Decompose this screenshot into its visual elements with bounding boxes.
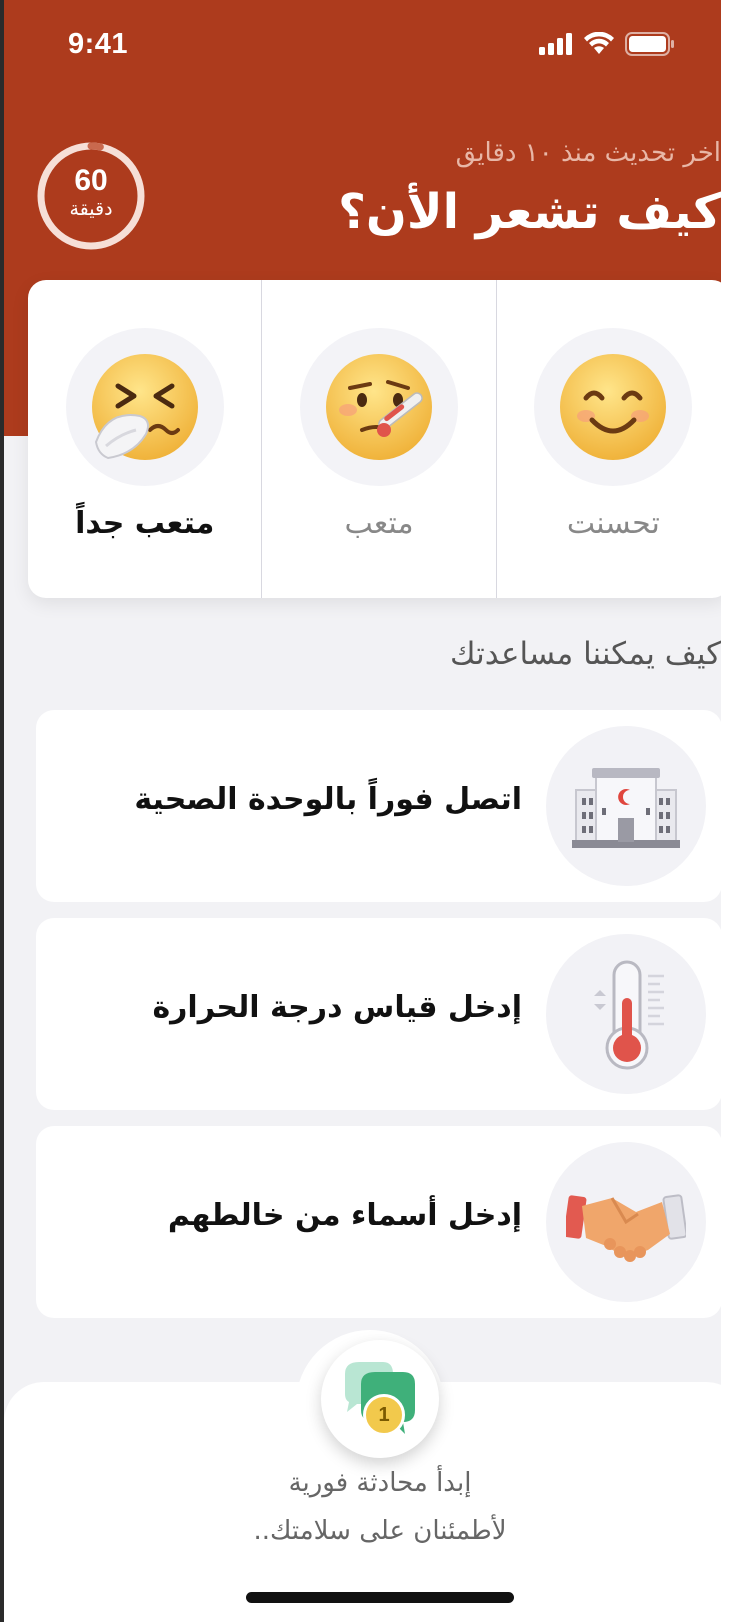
mood-option-tired[interactable]: متعب	[261, 280, 495, 598]
home-indicator	[246, 1592, 514, 1603]
help-heading: كيف يمكننا مساعدتك	[450, 636, 721, 672]
chat-prompt-line2: لأطمئنان على سلامتك..	[253, 1516, 507, 1546]
left-edge	[0, 0, 4, 1622]
battery-icon	[625, 32, 674, 56]
action-icon-circle	[546, 1142, 706, 1302]
last-update-text: اخر تحديث منذ ١٠ دقايق	[455, 138, 721, 168]
smiling-face-icon	[560, 354, 667, 460]
action-icon-circle	[546, 934, 706, 1094]
handshake-icon	[566, 1194, 686, 1262]
action-enter-contacts[interactable]: إدخل أسماء من خالطهم	[36, 1126, 722, 1318]
status-icons	[539, 32, 675, 56]
signal-icon	[539, 33, 572, 55]
mood-label-very-tired: متعب جداً	[75, 506, 215, 541]
mood-label-tired: متعب	[344, 506, 414, 541]
status-time: 9:41	[68, 28, 129, 60]
page-title: كيف تشعر الأن؟	[338, 184, 721, 240]
action-label: اتصل فوراً بالوحدة الصحية	[134, 782, 522, 817]
action-label: إدخل قياس درجة الحرارة	[152, 990, 522, 1025]
mood-label-better: تحسنت	[566, 506, 660, 541]
mood-selector-card: تحسنت متعب متعب جداً	[28, 280, 730, 598]
hospital-icon	[572, 768, 680, 848]
action-enter-temperature[interactable]: إدخل قياس درجة الحرارة	[36, 918, 722, 1110]
face-with-thermometer-icon	[326, 354, 432, 460]
timer-value: 60	[74, 164, 108, 197]
chat-unread-badge: 1	[363, 1394, 405, 1436]
app-screen: 9:41 60 دقيقة اخر تحديث منذ ١٠ دقايق كيف…	[0, 0, 746, 1622]
action-icon-circle	[546, 726, 706, 886]
mood-option-very-tired[interactable]: متعب جداً	[28, 280, 261, 598]
wifi-icon	[584, 32, 614, 54]
action-label: إدخل أسماء من خالطهم	[167, 1198, 522, 1233]
status-bar: 9:41	[0, 0, 721, 92]
sneezing-face-icon	[91, 354, 198, 460]
timer-unit: دقيقة	[69, 198, 113, 220]
timer-ring: 60 دقيقة	[35, 140, 147, 252]
thermometer-icon	[594, 960, 664, 1070]
action-call-health-unit[interactable]: اتصل فوراً بالوحدة الصحية	[36, 710, 722, 902]
right-edge	[721, 0, 746, 1622]
mood-option-better[interactable]: تحسنت	[495, 280, 730, 598]
chat-prompt-line1: إبدأ محادثة فورية	[288, 1468, 472, 1498]
